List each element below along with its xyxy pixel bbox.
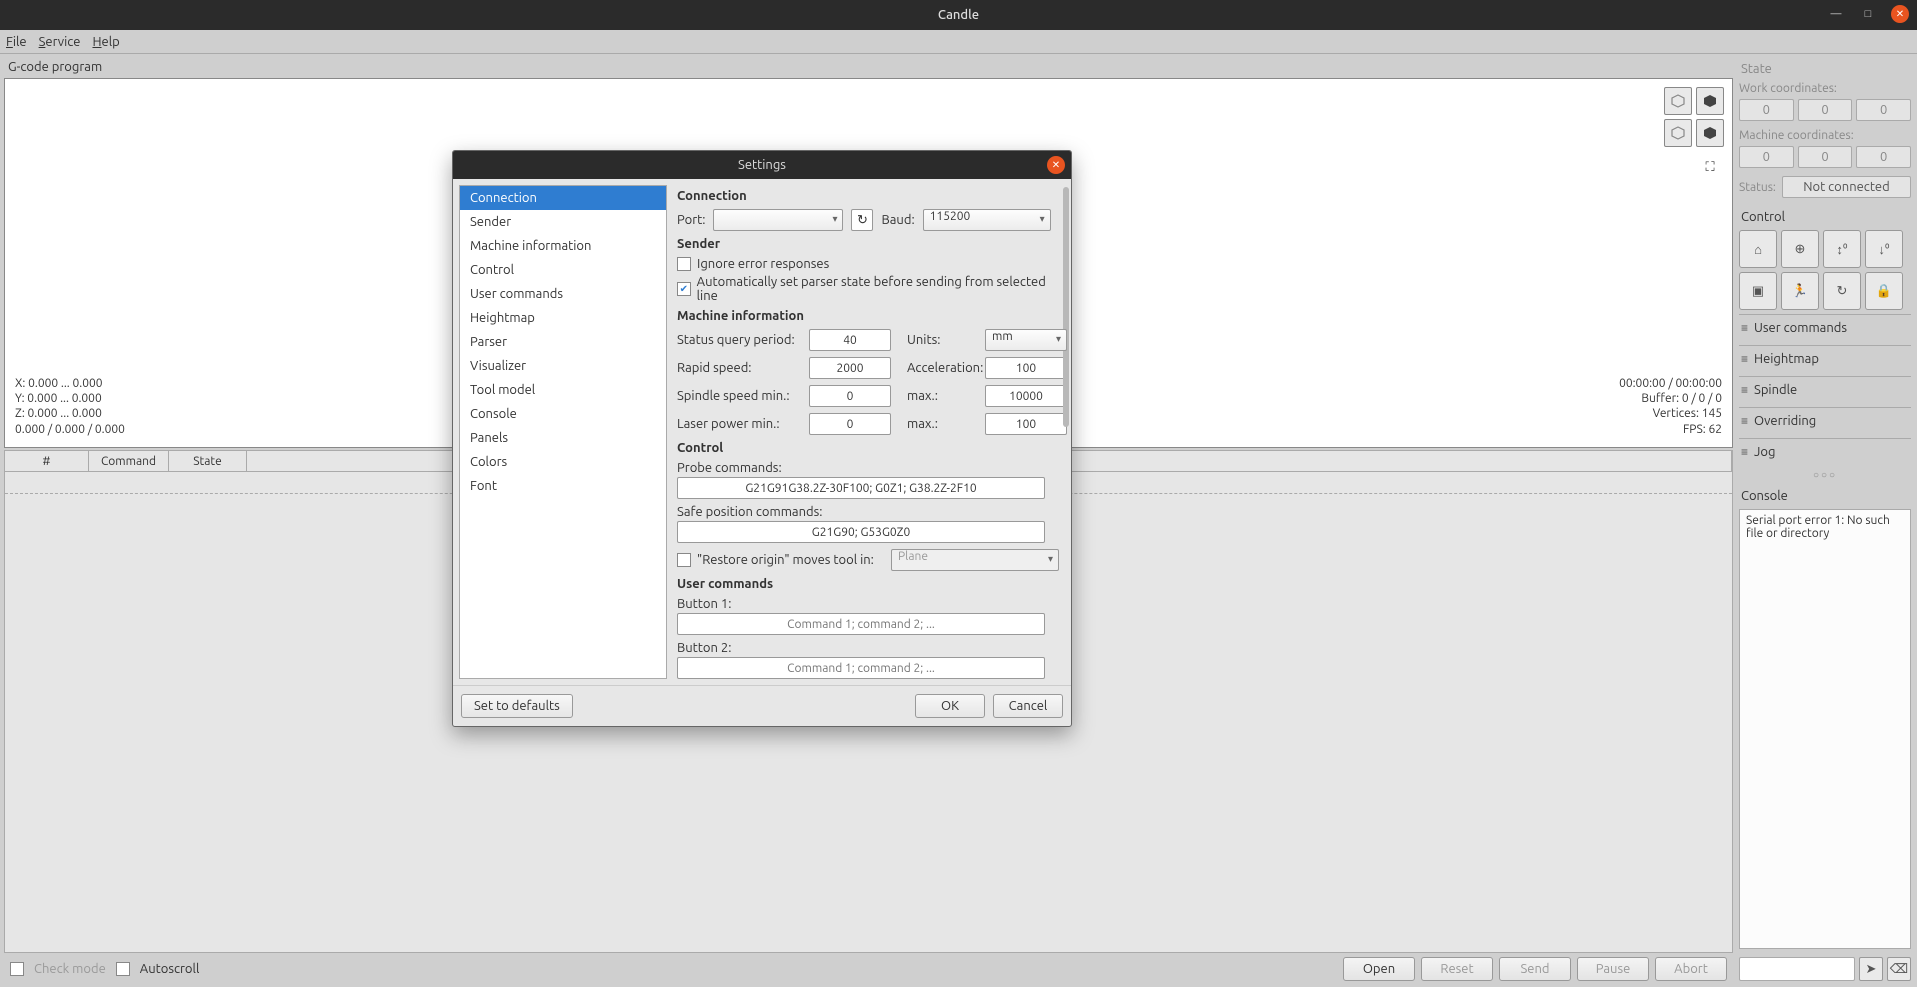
max-label-1: max.: (907, 389, 977, 403)
safe-cmds-label: Safe position commands: (677, 505, 1059, 519)
button1-label: Button 1: (677, 597, 1059, 611)
probe-cmds-input[interactable] (677, 477, 1045, 499)
cat-sender[interactable]: Sender (460, 210, 666, 234)
status-query-input[interactable] (809, 329, 891, 351)
cat-tool-model[interactable]: Tool model (460, 378, 666, 402)
content-scrollbar[interactable] (1063, 187, 1069, 607)
max-label-2: max.: (907, 417, 977, 431)
accel-input[interactable] (985, 357, 1067, 379)
section-control: Control (677, 441, 1059, 455)
baud-select[interactable]: 115200 (923, 209, 1051, 231)
ok-button[interactable]: OK (915, 694, 985, 718)
status-query-label: Status query period: (677, 333, 801, 347)
section-user-commands: User commands (677, 577, 1059, 591)
spindle-min-label: Spindle speed min.: (677, 389, 801, 403)
section-connection: Connection (677, 189, 1059, 203)
cat-font[interactable]: Font (460, 474, 666, 498)
port-label: Port: (677, 213, 705, 227)
button1-input[interactable] (677, 613, 1045, 635)
minimize-button[interactable]: — (1827, 5, 1845, 23)
cat-heightmap[interactable]: Heightmap (460, 306, 666, 330)
cat-panels[interactable]: Panels (460, 426, 666, 450)
accel-label: Acceleration: (907, 361, 977, 375)
units-label: Units: (907, 333, 977, 347)
dialog-title: Settings (738, 158, 786, 172)
restore-origin-checkbox[interactable]: "Restore origin" moves tool in: (677, 553, 874, 567)
spindle-max-input[interactable] (985, 385, 1067, 407)
port-select[interactable] (713, 209, 843, 231)
section-sender: Sender (677, 237, 1059, 251)
button2-input[interactable] (677, 657, 1045, 679)
spindle-min-input[interactable] (809, 385, 891, 407)
safe-cmds-input[interactable] (677, 521, 1045, 543)
rapid-label: Rapid speed: (677, 361, 801, 375)
ignore-errors-checkbox[interactable]: Ignore error responses (677, 257, 1059, 271)
menu-service[interactable]: Service (39, 35, 81, 49)
units-select[interactable]: mm (985, 329, 1067, 351)
modal-backdrop: Settings ✕ Connection Sender Machine inf… (0, 54, 1917, 987)
cat-visualizer[interactable]: Visualizer (460, 354, 666, 378)
cancel-button[interactable]: Cancel (993, 694, 1063, 718)
cat-connection[interactable]: Connection (460, 186, 666, 210)
menu-help[interactable]: Help (92, 35, 119, 49)
os-title: Candle (938, 8, 979, 22)
section-machine-info: Machine information (677, 309, 1059, 323)
refresh-ports-button[interactable]: ↻ (851, 209, 873, 231)
laser-min-label: Laser power min.: (677, 417, 801, 431)
cat-user-commands[interactable]: User commands (460, 282, 666, 306)
laser-min-input[interactable] (809, 413, 891, 435)
baud-label: Baud: (881, 213, 914, 227)
rapid-input[interactable] (809, 357, 891, 379)
dialog-titlebar[interactable]: Settings ✕ (453, 151, 1071, 179)
cat-parser[interactable]: Parser (460, 330, 666, 354)
cat-control[interactable]: Control (460, 258, 666, 282)
menu-file[interactable]: File (6, 35, 27, 49)
maximize-button[interactable]: □ (1859, 5, 1877, 23)
cat-machine-info[interactable]: Machine information (460, 234, 666, 258)
dialog-close-button[interactable]: ✕ (1047, 156, 1065, 174)
cat-console[interactable]: Console (460, 402, 666, 426)
settings-dialog: Settings ✕ Connection Sender Machine inf… (452, 150, 1072, 727)
probe-cmds-label: Probe commands: (677, 461, 1059, 475)
button2-label: Button 2: (677, 641, 1059, 655)
settings-category-list[interactable]: Connection Sender Machine information Co… (459, 185, 667, 679)
cat-colors[interactable]: Colors (460, 450, 666, 474)
menubar: File Service Help (0, 30, 1917, 54)
os-titlebar: Candle — □ ✕ (0, 0, 1917, 30)
restore-plane-select: Plane (891, 549, 1059, 571)
set-defaults-button[interactable]: Set to defaults (461, 694, 573, 718)
close-button[interactable]: ✕ (1891, 5, 1909, 23)
laser-max-input[interactable] (985, 413, 1067, 435)
auto-parser-checkbox[interactable]: ✔Automatically set parser state before s… (677, 275, 1059, 303)
